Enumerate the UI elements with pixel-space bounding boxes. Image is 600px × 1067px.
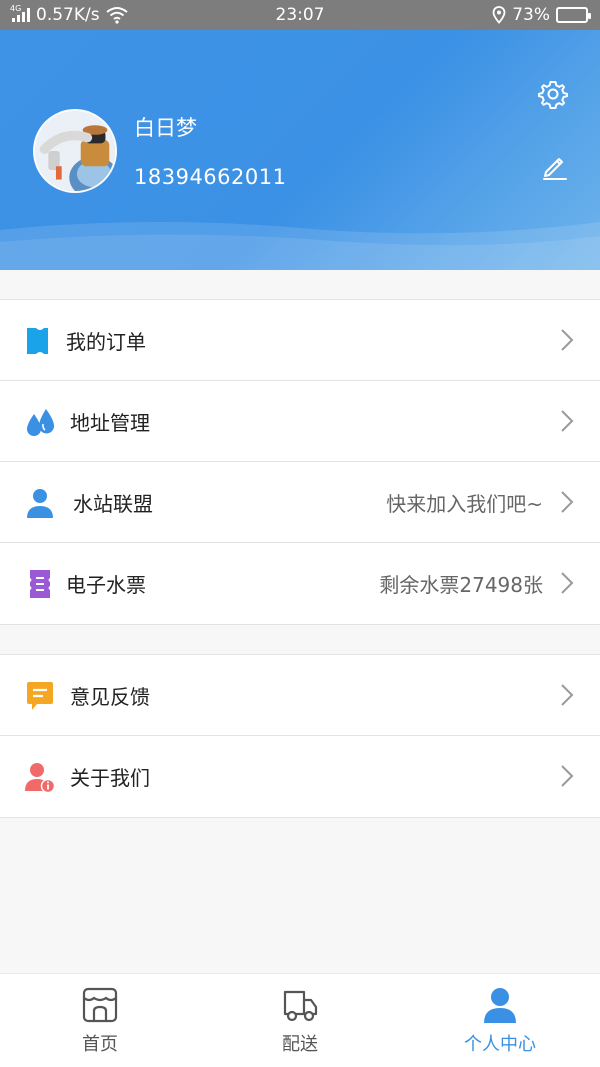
- tab-delivery[interactable]: 配送: [200, 974, 400, 1067]
- status-left: 4G 0.57K/s: [10, 4, 128, 25]
- chevron-right-icon: [561, 329, 574, 351]
- menu-value: 快来加入我们吧~: [386, 491, 543, 516]
- avatar-image: [35, 111, 115, 191]
- menu-item-my-orders[interactable]: 我的订单: [0, 300, 600, 381]
- chevron-right-icon: [561, 684, 574, 706]
- menu-item-feedback[interactable]: 意见反馈: [0, 655, 600, 736]
- network-speed: 0.57K/s: [36, 5, 100, 25]
- person-icon: [484, 988, 516, 1023]
- menu-label: 水站联盟: [73, 491, 153, 516]
- menu-label: 电子水票: [66, 573, 146, 597]
- network-type: 4G: [10, 4, 22, 13]
- wifi-icon: [105, 7, 128, 24]
- coupon-icon: [30, 570, 50, 598]
- menu-group-secondary: 意见反馈 关于我们: [0, 654, 600, 818]
- menu-item-address[interactable]: 地址管理: [0, 381, 600, 462]
- ticket-icon: [27, 328, 48, 354]
- chevron-right-icon: [561, 572, 574, 594]
- battery-percent: 73%: [512, 5, 550, 25]
- header-wave: [0, 221, 600, 270]
- tab-home[interactable]: 首页: [0, 974, 200, 1067]
- menu-item-about-us[interactable]: 关于我们: [0, 736, 600, 817]
- menu-label: 我的订单: [66, 329, 146, 354]
- phone-number: 18394662011: [134, 165, 287, 189]
- user-icon: [27, 489, 53, 518]
- avatar[interactable]: [33, 109, 117, 193]
- edit-pencil-icon[interactable]: [541, 152, 569, 180]
- menu-value: 剩余水票27498张: [379, 573, 543, 597]
- status-bar: 4G 0.57K/s 23:07 73%: [0, 0, 600, 30]
- droplets-icon: [27, 409, 54, 436]
- menu-label: 意见反馈: [70, 684, 150, 709]
- cellular-signal-icon: 4G: [10, 4, 30, 22]
- battery-icon: [556, 7, 591, 23]
- chat-icon: [27, 682, 53, 710]
- tab-profile[interactable]: 个人中心: [400, 974, 600, 1067]
- truck-icon: [283, 990, 318, 1022]
- settings-gear-icon[interactable]: [538, 79, 568, 109]
- status-right: 73%: [492, 5, 591, 25]
- menu-item-station-alliance[interactable]: 水站联盟 快来加入我们吧~: [0, 462, 600, 543]
- menu-group-main: 我的订单 地址管理 水站联盟 快来加入我们吧~ 电子水票 剩余水票27498张: [0, 299, 600, 625]
- chevron-right-icon: [561, 491, 574, 513]
- menu-item-e-water-ticket[interactable]: 电子水票 剩余水票27498张: [0, 543, 600, 624]
- store-icon: [82, 987, 118, 1023]
- menu-label: 地址管理: [70, 410, 150, 435]
- bottom-tab-bar: 首页 配送 个人中心: [0, 973, 600, 1067]
- tab-label: 个人中心: [464, 1034, 536, 1055]
- tab-label: 首页: [82, 1034, 118, 1055]
- username: 白日梦: [134, 116, 197, 140]
- menu-label: 关于我们: [70, 766, 150, 790]
- profile-header: 白日梦 18394662011: [0, 30, 600, 270]
- tab-label: 配送: [282, 1034, 318, 1055]
- location-icon: [492, 6, 506, 24]
- user-info-icon: [25, 763, 56, 793]
- chevron-right-icon: [561, 410, 574, 432]
- chevron-right-icon: [561, 765, 574, 787]
